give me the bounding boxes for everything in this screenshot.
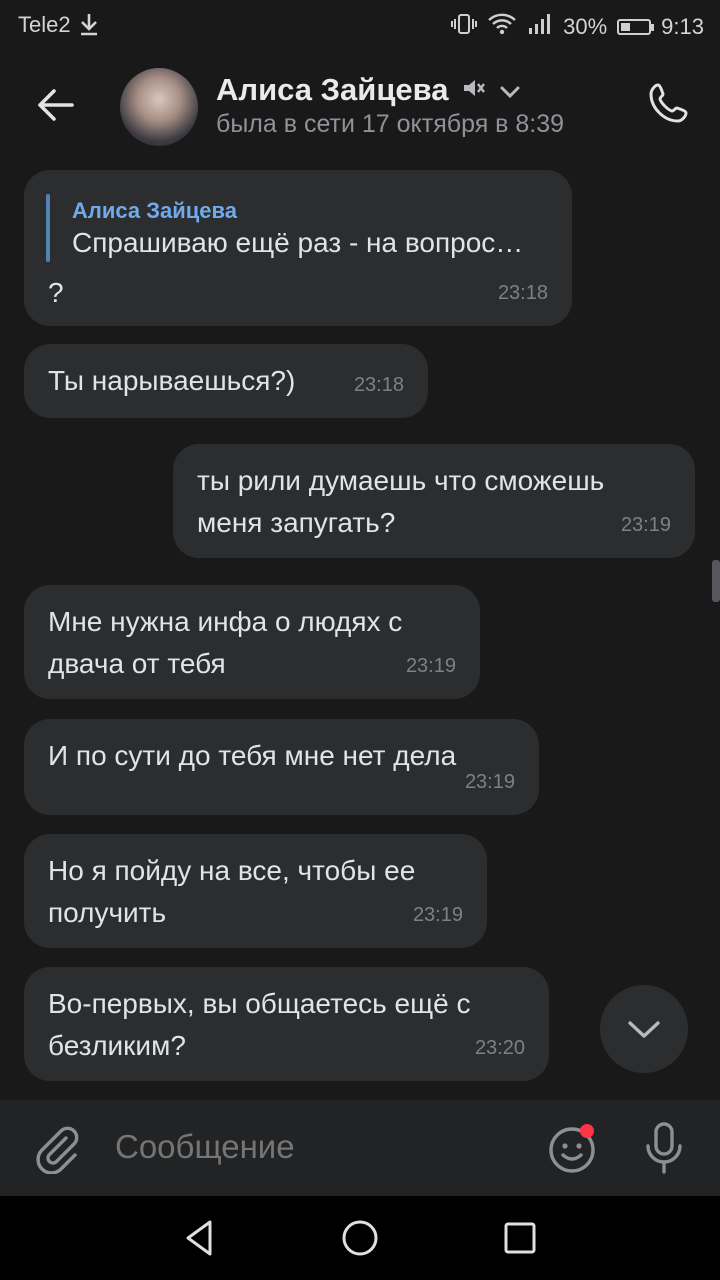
message-composer bbox=[0, 1100, 720, 1196]
phone-icon[interactable] bbox=[644, 80, 692, 128]
scroll-down-button[interactable] bbox=[600, 985, 688, 1073]
message-text: И по сути до тебя мне нет дела bbox=[48, 740, 457, 771]
last-seen-status: была в сети 17 октября в 8:39 bbox=[216, 110, 565, 138]
message-time: 23:20 bbox=[474, 1037, 525, 1059]
message-text-line1: ты рили думаешь что сможешь bbox=[197, 465, 605, 496]
microphone-icon[interactable] bbox=[640, 1120, 688, 1176]
download-icon bbox=[78, 11, 100, 43]
wifi-icon bbox=[487, 12, 517, 42]
battery-icon bbox=[617, 19, 655, 35]
message-bubble[interactable]: И по сути до тебя мне нет дела 23:19 bbox=[24, 719, 539, 815]
message-text-line2: безликим? bbox=[48, 1030, 186, 1061]
message-time: 23:19 bbox=[620, 514, 671, 536]
nav-back-icon[interactable] bbox=[178, 1216, 222, 1260]
scrollbar[interactable] bbox=[712, 560, 720, 602]
clock: 9:13 bbox=[661, 14, 704, 39]
system-nav-bar bbox=[0, 1196, 720, 1280]
message-text-line2: меня запугать? bbox=[197, 507, 396, 538]
signal-icon bbox=[527, 12, 553, 42]
carrier-label: Tele2 bbox=[18, 12, 71, 37]
nav-home-icon[interactable] bbox=[338, 1216, 382, 1260]
emoji-icon[interactable] bbox=[547, 1122, 599, 1174]
vibrate-icon bbox=[451, 12, 478, 42]
paperclip-icon[interactable] bbox=[32, 1122, 82, 1175]
message-text-line1: Но я пойду на все, чтобы ее bbox=[48, 855, 416, 886]
reply-text[interactable]: Спрашиваю ещё раз - на вопрос… bbox=[72, 222, 523, 263]
outgoing-message-bubble[interactable]: ты рили думаешь что сможешь меня запугат… bbox=[173, 444, 695, 558]
battery-percent: 30% bbox=[563, 14, 608, 39]
message-time: 23:18 bbox=[353, 374, 404, 396]
contact-title[interactable]: Алиса Зайцева bbox=[216, 72, 521, 108]
message-text-line2: двача от тебя bbox=[48, 648, 226, 679]
chevron-down-icon[interactable] bbox=[499, 72, 521, 108]
message-time: 23:19 bbox=[405, 655, 456, 677]
message-bubble[interactable]: Мне нужна инфа о людях с двача от тебя 2… bbox=[24, 585, 480, 699]
message-text-line1: Мне нужна инфа о людях с bbox=[48, 606, 403, 637]
status-bar: Tele2 30% 9:13 bbox=[0, 0, 720, 50]
message-time: 23:19 bbox=[464, 771, 515, 793]
message-text: Ты нарываешься?) bbox=[48, 365, 296, 396]
message-text-line2: получить bbox=[48, 897, 167, 928]
message-text: ? bbox=[48, 277, 64, 308]
message-bubble[interactable]: Алиса Зайцева Спрашиваю ещё раз - на воп… bbox=[24, 170, 572, 326]
contact-name: Алиса Зайцева bbox=[216, 72, 449, 107]
back-arrow-icon[interactable] bbox=[32, 83, 80, 127]
reply-bar bbox=[46, 194, 50, 262]
message-time: 23:18 bbox=[497, 282, 548, 304]
message-bubble[interactable]: Но я пойду на все, чтобы ее получить 23:… bbox=[24, 834, 487, 948]
message-time: 23:19 bbox=[412, 904, 463, 926]
chevron-down-icon bbox=[628, 1021, 660, 1038]
message-input[interactable] bbox=[115, 1128, 515, 1166]
avatar[interactable] bbox=[120, 68, 198, 146]
message-text-line1: Во-первых, вы общаетесь ещё с bbox=[48, 988, 471, 1019]
message-list[interactable]: Алиса Зайцева Спрашиваю ещё раз - на воп… bbox=[0, 160, 720, 1100]
message-bubble[interactable]: Ты нарываешься?) 23:18 bbox=[24, 344, 428, 418]
muted-icon bbox=[461, 72, 487, 108]
nav-recents-icon[interactable] bbox=[498, 1216, 542, 1260]
message-bubble[interactable]: Во-первых, вы общаетесь ещё с безликим? … bbox=[24, 967, 549, 1081]
chat-header: Алиса Зайцева была в сети 17 октября в 8… bbox=[0, 50, 720, 160]
notification-dot bbox=[580, 1124, 594, 1138]
